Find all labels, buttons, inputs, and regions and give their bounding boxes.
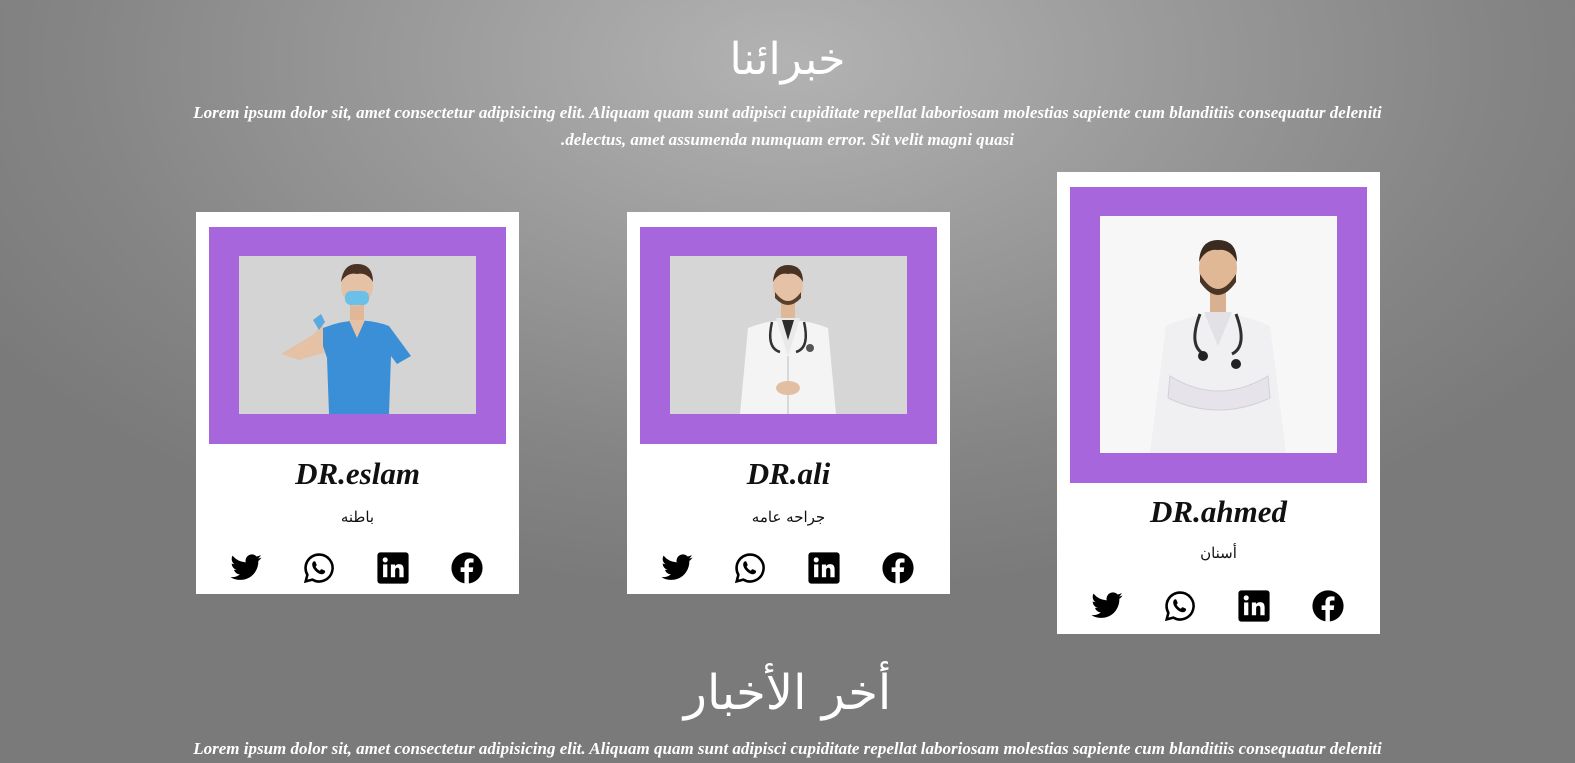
- doctor-specialty: باطنه: [340, 508, 375, 526]
- doctor-specialty: أسنان: [1200, 544, 1237, 562]
- photo-frame: [209, 227, 506, 444]
- twitter-icon[interactable]: [1090, 589, 1124, 623]
- facebook-icon[interactable]: [450, 551, 484, 585]
- social-links: [1057, 589, 1380, 623]
- doctor-name: DR.ali: [746, 456, 831, 491]
- experts-description-line-2: .delectus, amet assumenda numquam error.…: [561, 130, 1014, 149]
- experts-description-line-1: Lorem ipsum dolor sit, amet consectetur …: [193, 103, 1382, 122]
- photo-frame: [1070, 187, 1367, 483]
- doctor-photo: [1100, 216, 1337, 453]
- experts-description: Lorem ipsum dolor sit, amet consectetur …: [165, 99, 1410, 153]
- whatsapp-icon[interactable]: [733, 551, 767, 585]
- doctor-card-ahmed: DR.ahmed أسنان: [1057, 172, 1380, 634]
- experts-section-title: خبرائنا: [729, 34, 846, 85]
- social-links: [196, 551, 519, 585]
- linkedin-icon[interactable]: [807, 551, 841, 585]
- linkedin-icon[interactable]: [1237, 589, 1271, 623]
- news-description: Lorem ipsum dolor sit, amet consectetur …: [193, 739, 1382, 758]
- news-section-title: أخر الأخبار: [683, 665, 892, 721]
- photo-frame: [640, 227, 937, 444]
- doctor-name: DR.eslam: [295, 456, 420, 491]
- whatsapp-icon[interactable]: [1163, 589, 1197, 623]
- twitter-icon[interactable]: [229, 551, 263, 585]
- facebook-icon[interactable]: [1311, 589, 1345, 623]
- doctor-card-ali: DR.ali جراحه عامه: [627, 212, 950, 594]
- doctor-photo: [670, 256, 907, 414]
- doctor-specialty: جراحه عامه: [751, 508, 826, 526]
- linkedin-icon[interactable]: [376, 551, 410, 585]
- social-links: [627, 551, 950, 585]
- doctor-photo: [239, 256, 476, 414]
- doctor-card-eslam: DR.eslam باطنه: [196, 212, 519, 594]
- twitter-icon[interactable]: [660, 551, 694, 585]
- whatsapp-icon[interactable]: [302, 551, 336, 585]
- doctor-name: DR.ahmed: [1150, 494, 1287, 529]
- facebook-icon[interactable]: [881, 551, 915, 585]
